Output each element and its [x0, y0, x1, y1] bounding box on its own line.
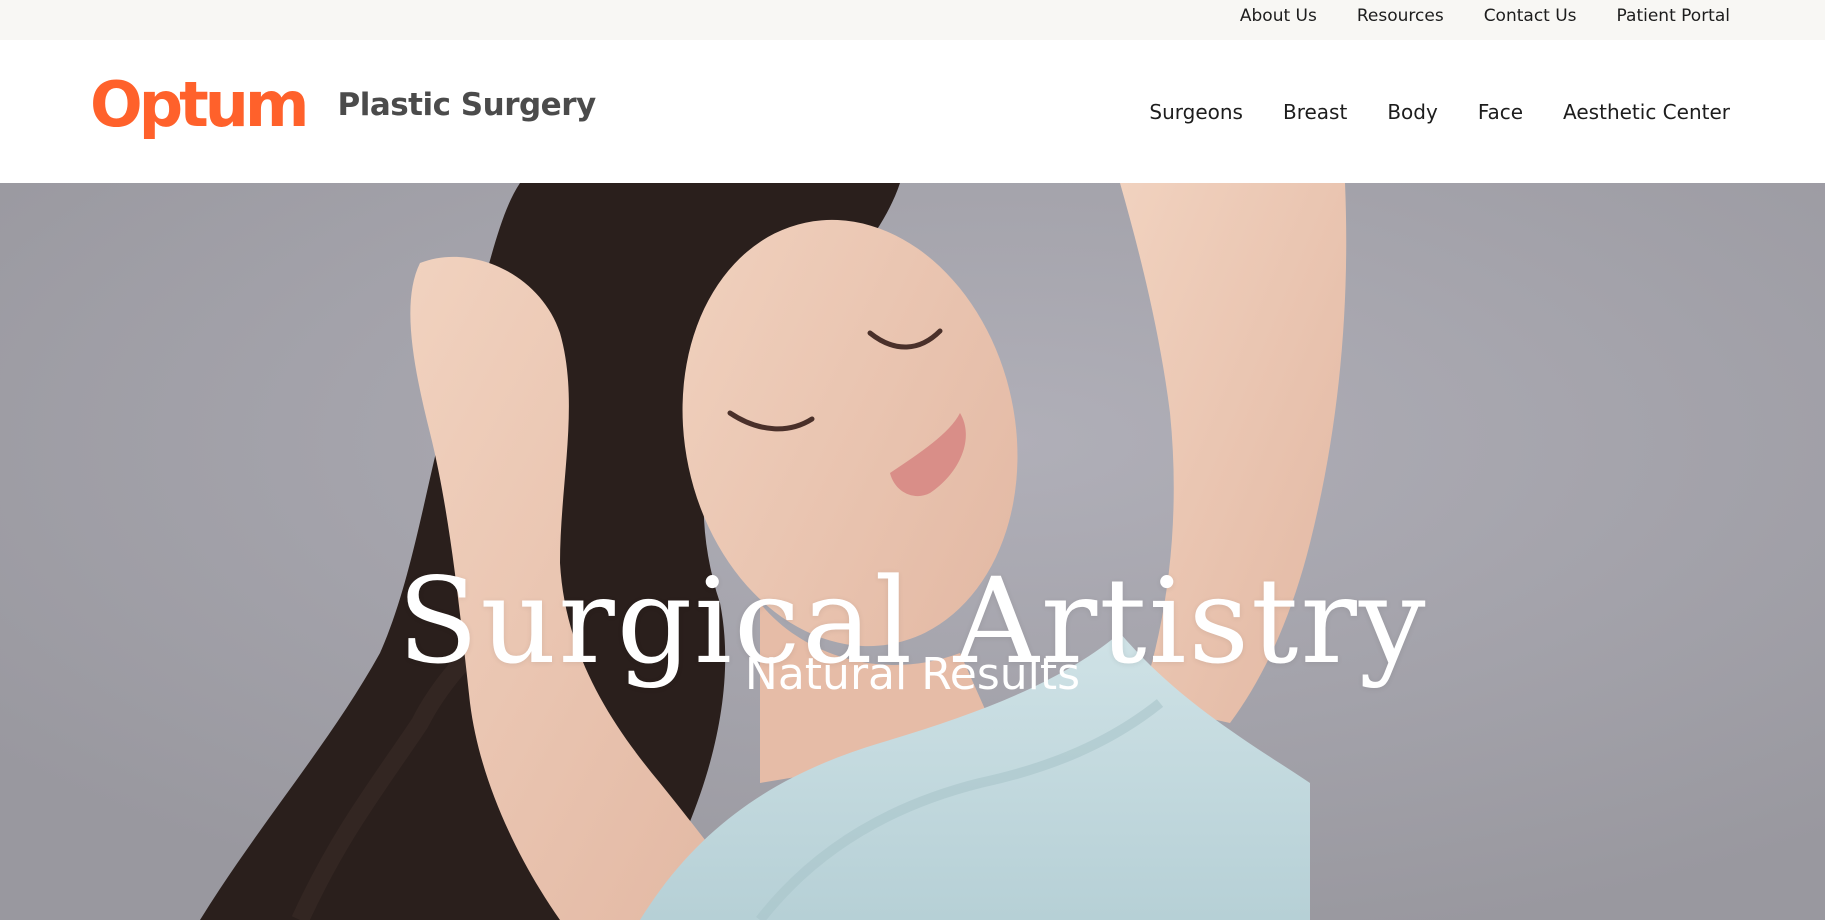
utility-link-patient-portal[interactable]: Patient Portal: [1617, 6, 1730, 26]
utility-nav: About Us Resources Contact Us Patient Po…: [1240, 0, 1730, 32]
site-name[interactable]: Plastic Surgery: [337, 87, 596, 123]
hero-subtitle: Natural Results: [744, 649, 1081, 700]
optum-logo[interactable]: Optum: [90, 74, 309, 136]
utility-link-resources[interactable]: Resources: [1357, 6, 1444, 26]
main-nav: Surgeons Breast Body Face Aesthetic Cent…: [1149, 40, 1730, 183]
nav-item-surgeons[interactable]: Surgeons: [1149, 100, 1243, 124]
main-header: Optum Plastic Surgery Surgeons Breast Bo…: [0, 40, 1825, 183]
nav-item-face[interactable]: Face: [1478, 100, 1523, 124]
utility-link-about-us[interactable]: About Us: [1240, 6, 1317, 26]
utility-link-contact-us[interactable]: Contact Us: [1484, 6, 1577, 26]
brand-home-link[interactable]: Optum Plastic Surgery: [90, 74, 596, 136]
nav-item-breast[interactable]: Breast: [1283, 100, 1347, 124]
hero-section: Surgical Artistry Natural Results: [0, 183, 1825, 920]
utility-bar: About Us Resources Contact Us Patient Po…: [0, 0, 1825, 40]
nav-item-aesthetic-center[interactable]: Aesthetic Center: [1563, 100, 1730, 124]
nav-item-body[interactable]: Body: [1387, 100, 1438, 124]
